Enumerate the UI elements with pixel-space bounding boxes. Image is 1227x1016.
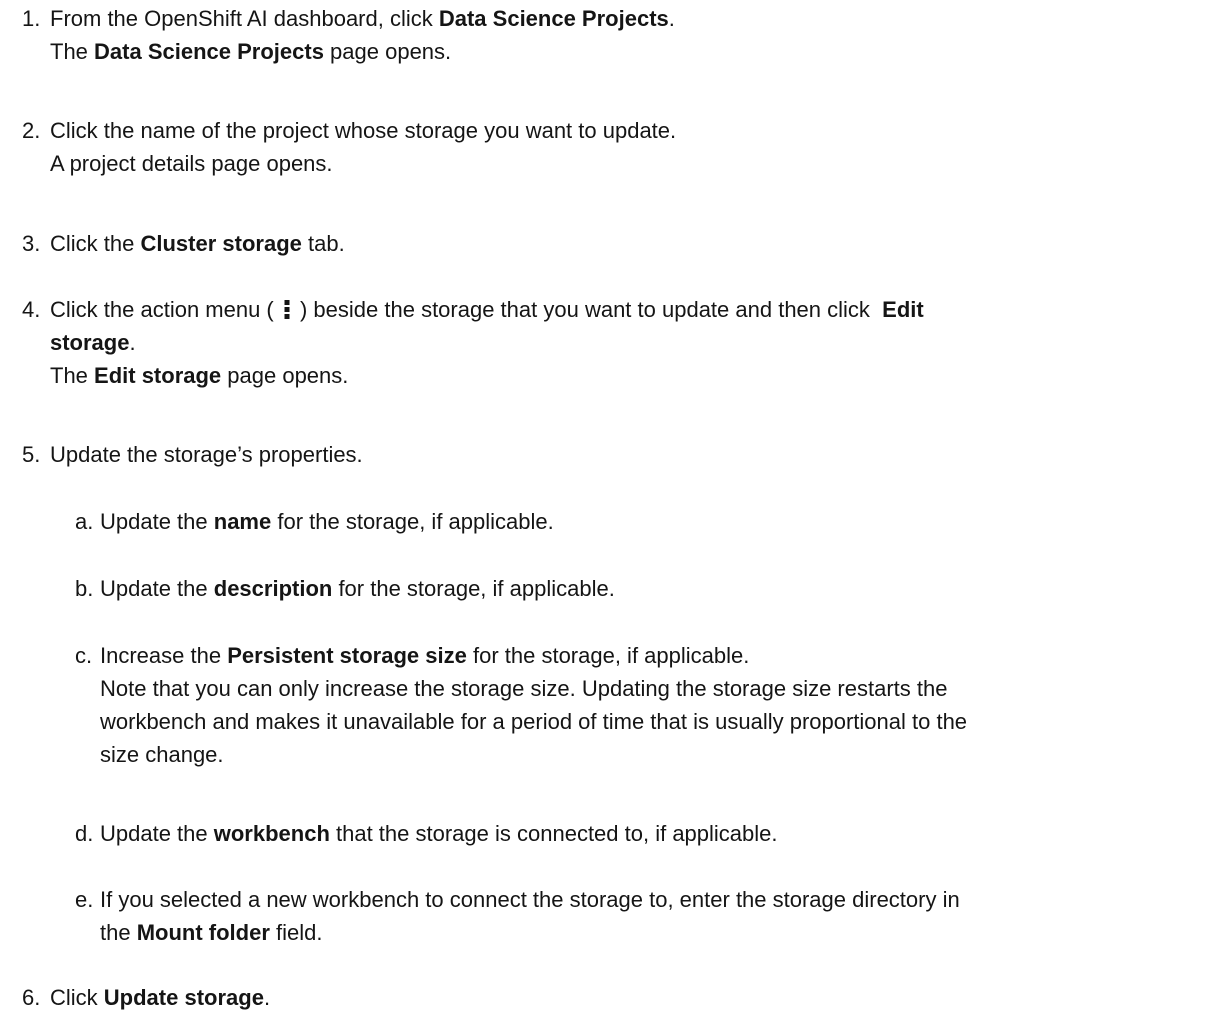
step-line: Update the workbench that the storage is… bbox=[100, 821, 778, 846]
substep-letter: c. bbox=[75, 643, 93, 668]
step-line: Click the action menu ( ) beside the sto… bbox=[50, 293, 1210, 326]
ui-term: Persistent storage size bbox=[227, 643, 467, 668]
step-body: Update the storage’s properties. bbox=[50, 438, 1210, 471]
step-body: Click Update storage. bbox=[50, 981, 1210, 1014]
ui-term: Update storage bbox=[103, 985, 264, 1010]
step-line: workbench and makes it unavailable for a… bbox=[100, 709, 968, 734]
step-line: Update the storage’s properties. bbox=[50, 442, 363, 467]
ui-term: Data Science Projects bbox=[94, 39, 324, 64]
substep-body: Update the description for the storage, … bbox=[100, 572, 1210, 605]
substep-body: If you selected a new workbench to conne… bbox=[100, 883, 1210, 949]
ui-term: Edit bbox=[882, 297, 924, 322]
ui-term: Data Science Projects bbox=[438, 6, 669, 31]
step-line: A project details page opens. bbox=[50, 151, 333, 176]
step-number: 4. bbox=[22, 297, 41, 322]
step-body: Click the Cluster storage tab. bbox=[50, 227, 1210, 260]
ui-term: Mount folder bbox=[136, 920, 270, 945]
substep-letter: d. bbox=[75, 821, 94, 846]
step-number: 3. bbox=[22, 231, 41, 256]
step-number: 5. bbox=[22, 442, 41, 467]
step-line: size change. bbox=[100, 742, 224, 767]
step-line: The Edit storage page opens. bbox=[50, 363, 349, 388]
kebab-menu-icon bbox=[280, 293, 294, 326]
kebab-menu-icon-svg bbox=[284, 300, 290, 319]
step-line: Click the name of the project whose stor… bbox=[50, 118, 677, 143]
step-line: Increase the Persistent storage size for… bbox=[100, 643, 750, 668]
substep-letter: b. bbox=[75, 576, 94, 601]
step-line: Update the description for the storage, … bbox=[100, 576, 615, 601]
step-number: 1. bbox=[22, 6, 41, 31]
ui-term: Cluster storage bbox=[140, 231, 302, 256]
substep-body: Increase the Persistent storage size for… bbox=[100, 639, 1210, 771]
substep-body: Update the name for the storage, if appl… bbox=[100, 505, 1210, 538]
ui-term: storage bbox=[50, 330, 130, 355]
step-line: If you selected a new workbench to conne… bbox=[100, 887, 960, 912]
step-number: 2. bbox=[22, 118, 41, 143]
step-body: From the OpenShift AI dashboard, click D… bbox=[50, 2, 1210, 68]
step-line: Update the name for the storage, if appl… bbox=[100, 509, 554, 534]
ui-term: name bbox=[213, 509, 272, 534]
step-line: Click Update storage. bbox=[50, 985, 271, 1010]
step-line: the Mount folder field. bbox=[100, 920, 323, 945]
step-line: From the OpenShift AI dashboard, click D… bbox=[50, 6, 675, 31]
step-line: Note that you can only increase the stor… bbox=[100, 676, 948, 701]
substep-body: Update the workbench that the storage is… bbox=[100, 817, 1210, 850]
step-body: Click the name of the project whose stor… bbox=[50, 114, 1210, 180]
step-number: 6. bbox=[22, 985, 41, 1010]
substep-letter: a. bbox=[75, 509, 94, 534]
substep-letter: e. bbox=[75, 887, 94, 912]
ui-term: Edit storage bbox=[94, 363, 222, 388]
step-line: storage. bbox=[50, 330, 136, 355]
ui-term: description bbox=[213, 576, 333, 601]
step-line: Click the Cluster storage tab. bbox=[50, 231, 345, 256]
ui-term: workbench bbox=[213, 821, 330, 846]
step-line: The Data Science Projects page opens. bbox=[50, 39, 452, 64]
step-body: Click the action menu ( ) beside the sto… bbox=[50, 293, 1210, 392]
